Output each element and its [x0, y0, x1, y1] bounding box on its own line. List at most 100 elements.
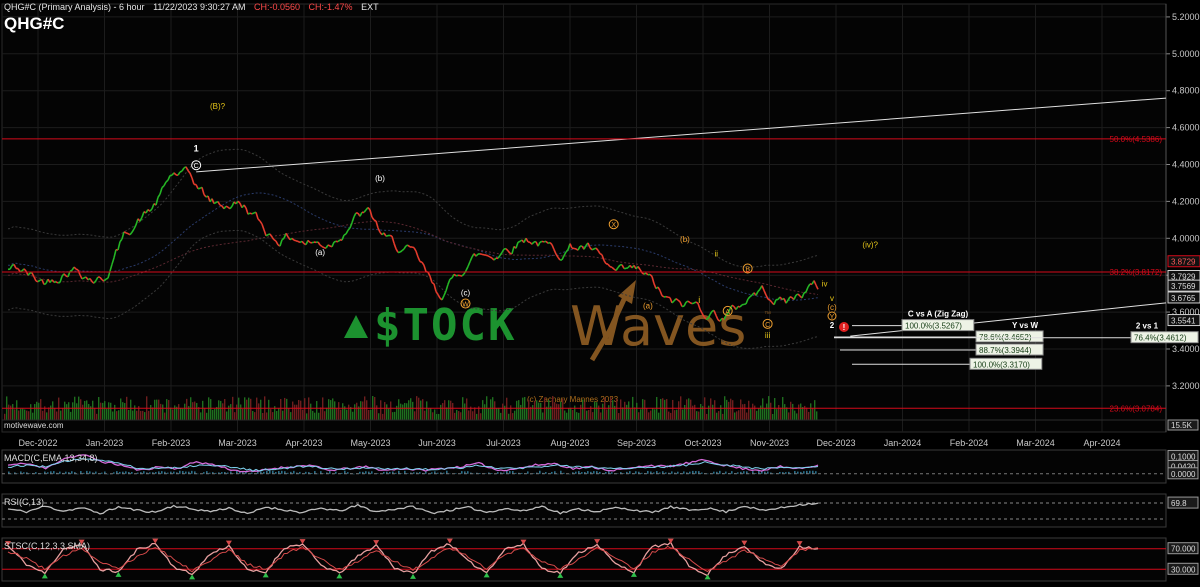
volume-bar — [82, 405, 83, 420]
y-tick-label: 4.6000 — [1172, 123, 1200, 133]
volume-bar — [352, 412, 353, 420]
macd-bar — [455, 473, 457, 474]
volume-bar — [410, 398, 411, 420]
volume-bar — [488, 408, 489, 420]
volume-bar — [368, 410, 369, 420]
volume-bar — [46, 412, 47, 420]
volume-bar — [758, 409, 759, 420]
volume-bar — [754, 406, 755, 420]
volume-bar — [226, 411, 227, 420]
volume-bar — [484, 404, 485, 420]
volume-bar — [48, 407, 49, 420]
projection-title: 2 vs 1 — [1136, 322, 1159, 331]
price-segment — [54, 282, 56, 283]
volume-bar — [420, 401, 421, 420]
volume-bar — [414, 411, 415, 420]
volume-bar — [54, 408, 55, 420]
volume-bar — [140, 411, 141, 420]
macd-bar — [107, 474, 109, 475]
volume-bar — [500, 413, 501, 420]
volume-bar — [664, 400, 665, 420]
price-segment — [252, 213, 254, 214]
volume-bar — [440, 405, 441, 420]
volume-bar — [316, 401, 317, 420]
volume-bar — [458, 411, 459, 420]
volume-label: 15.5K — [1171, 421, 1193, 430]
macd-bar — [671, 471, 673, 473]
wave-label: iv — [822, 279, 828, 288]
volume-bar — [518, 400, 519, 420]
macd-bar — [575, 472, 577, 474]
volume-bar — [102, 403, 103, 420]
macd-bar — [713, 472, 715, 474]
volume-bar — [444, 400, 445, 420]
macd-bar — [377, 473, 379, 474]
volume-bar — [408, 400, 409, 420]
volume-bar — [760, 406, 761, 420]
volume-bar — [466, 398, 467, 420]
volume-bar — [116, 411, 117, 420]
volume-bar — [780, 408, 781, 420]
volume-bar — [314, 413, 315, 420]
volume-bar — [516, 401, 517, 420]
macd-bar — [365, 471, 367, 474]
volume-bar — [412, 402, 413, 420]
volume-bar — [384, 402, 385, 420]
volume-bar — [222, 403, 223, 420]
volume-bar — [282, 411, 283, 420]
volume-bar — [596, 402, 597, 420]
volume-bar — [766, 404, 767, 420]
volume-bar — [688, 398, 689, 420]
y-tick-label: 4.0000 — [1172, 233, 1200, 243]
volume-bar — [362, 401, 363, 420]
volume-bar — [70, 412, 71, 420]
volume-bar — [512, 413, 513, 420]
target-label: Y — [830, 314, 835, 321]
macd-bar — [341, 473, 343, 474]
price-segment — [214, 203, 216, 204]
volume-bar — [342, 403, 343, 420]
volume-bar — [366, 400, 367, 420]
volume-bar — [424, 411, 425, 420]
price-label: 3.7569 — [1171, 282, 1196, 291]
wave-label: A — [725, 309, 730, 316]
x-tick-label: Mar-2023 — [218, 438, 257, 448]
chart-svg[interactable]: 5.20005.00004.80004.60004.40004.20004.00… — [0, 0, 1200, 582]
volume-bar — [266, 412, 267, 420]
projection-label: 100.0%(3.5267) — [905, 322, 962, 331]
volume-bar — [94, 408, 95, 420]
macd-bar — [89, 471, 91, 473]
volume-bar — [678, 401, 679, 420]
macd-bar — [11, 474, 13, 475]
price-segment — [298, 241, 300, 242]
wave-label: i — [698, 295, 700, 305]
volume-bar — [350, 407, 351, 420]
volume-bar — [128, 410, 129, 420]
volume-bar — [300, 401, 301, 420]
price-segment — [600, 254, 602, 255]
price-segment — [450, 278, 452, 279]
chart-header: QHG#C (Primary Analysis) - 6 hour 11/22/… — [4, 2, 385, 12]
macd-bar — [317, 474, 319, 475]
price-segment — [56, 282, 58, 283]
volume-bar — [718, 411, 719, 420]
volume-bar — [674, 410, 675, 420]
volume-bar — [746, 413, 747, 420]
volume-bar — [652, 408, 653, 420]
volume-bar — [268, 400, 269, 420]
macd-bar — [617, 473, 619, 474]
wave-label: (iv)? — [862, 241, 878, 250]
price-segment — [344, 234, 346, 235]
volume-bar — [812, 408, 813, 420]
volume-bar — [328, 399, 329, 420]
macd-bar — [503, 473, 505, 474]
macd-bar — [533, 473, 535, 474]
macd-bar — [605, 472, 607, 474]
macd-bar — [521, 473, 523, 474]
volume-bar — [50, 406, 51, 420]
volume-bar — [698, 412, 699, 420]
macd-bar — [53, 471, 55, 474]
volume-bar — [236, 405, 237, 420]
chart-stage[interactable]: 5.20005.00004.80004.60004.40004.20004.00… — [0, 0, 1200, 582]
volume-bar — [618, 413, 619, 420]
